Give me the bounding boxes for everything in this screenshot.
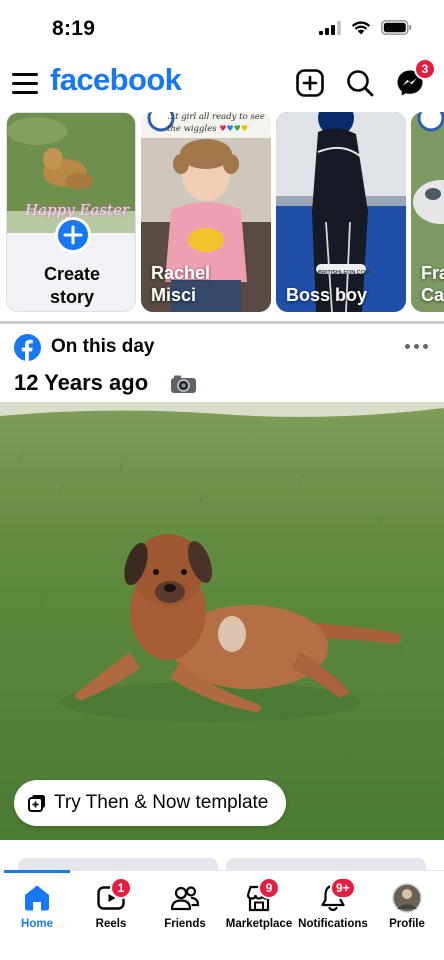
story-card[interactable]: Fra Ca <box>411 112 444 312</box>
story-name-line2: Misci <box>151 285 197 305</box>
marketplace-badge: 9 <box>258 877 280 899</box>
next-content-peek <box>0 850 444 878</box>
story-card[interactable]: ...t girl all ready to see the wiggles ♥… <box>141 112 271 312</box>
memory-photo[interactable] <box>0 402 444 840</box>
story-card[interactable]: BRITISHLEON.COM Boss boy <box>276 112 406 312</box>
story-caption-text: the wiggles <box>167 124 217 134</box>
friends-icon <box>170 886 200 911</box>
notifications-badge: 9+ <box>330 877 356 899</box>
create-story-card[interactable]: Happy Easter Create story <box>6 112 136 312</box>
menu-icon[interactable] <box>12 71 38 95</box>
tab-marketplace-label: Marketplace <box>225 918 293 930</box>
camera-icon <box>171 375 196 393</box>
years-ago-title: 12 Years ago <box>14 370 149 395</box>
hearts-emoji-yellow: ♥ <box>240 124 249 133</box>
tab-profile-label: Profile <box>389 918 425 930</box>
tab-friends[interactable]: Friends <box>148 871 222 941</box>
facebook-logo[interactable]: facebook <box>50 62 182 98</box>
story-name: Rachel Misci <box>151 262 210 306</box>
story-name: Fra Ca <box>421 262 444 306</box>
story-name-line2: Ca <box>421 285 444 305</box>
tab-friends-label: Friends <box>164 918 206 930</box>
tab-notifications-label: Notifications <box>298 918 368 930</box>
try-template-label: Try Then & Now template <box>54 792 269 813</box>
create-story-label-line1: Create <box>43 264 101 284</box>
template-icon <box>28 795 45 812</box>
add-story-button[interactable] <box>55 217 91 253</box>
battery-icon <box>381 20 412 35</box>
create-story-image-text: Happy Easter <box>25 201 130 219</box>
cellular-signal-icon <box>319 20 341 35</box>
hearts-emoji: ♥ <box>219 124 227 133</box>
messenger-badge: 3 <box>414 58 436 80</box>
profile-avatar <box>392 883 422 913</box>
story-name-line1: Boss boy <box>286 285 368 305</box>
tab-profile[interactable]: Profile <box>370 871 444 941</box>
facebook-f-icon <box>14 334 41 361</box>
memory-post-header: On this day 12 Years ago <box>0 326 444 402</box>
status-time: 8:19 <box>52 17 96 40</box>
story-photo <box>276 112 406 312</box>
reels-badge: 1 <box>110 877 132 899</box>
status-icons <box>319 20 412 35</box>
bottom-tab-bar: Home 1 Reels Friends 9 Marketplace 9+ No… <box>0 870 444 960</box>
hearts-emoji-green: ♥ <box>233 124 241 133</box>
search-icon <box>347 70 374 97</box>
wifi-icon <box>351 21 371 35</box>
story-name-line1: Rachel <box>151 263 211 283</box>
story-caption-line2: the wiggles ♥♥♥♥ <box>167 123 265 135</box>
create-story-image: Happy Easter <box>7 113 135 233</box>
story-caption-line1: ...t girl all ready to see <box>167 112 265 122</box>
story-watermark: BRITISHLEON.COM <box>318 270 370 276</box>
app-header: facebook 3 <box>0 56 444 112</box>
story-caption: ...t girl all ready to see the wiggles ♥… <box>167 112 265 135</box>
create-story-label-line2: story <box>49 287 94 307</box>
plus-icon <box>63 225 83 245</box>
story-name-line1: Fra <box>421 263 444 283</box>
stories-tray: Happy Easter Create story ...t girl all … <box>0 112 444 314</box>
tab-home-label: Home <box>21 918 53 930</box>
tab-marketplace[interactable]: 9 Marketplace <box>222 871 296 941</box>
tab-home[interactable]: Home <box>0 871 74 941</box>
tab-notifications[interactable]: 9+ Notifications <box>296 871 370 941</box>
section-divider <box>0 321 444 324</box>
create-story-label: Create story <box>7 263 135 309</box>
story-name: Boss boy <box>286 284 367 306</box>
try-template-button[interactable]: Try Then & Now template <box>14 780 287 826</box>
status-bar: 8:19 <box>0 0 444 56</box>
hearts-emoji-blue: ♥ <box>226 124 234 133</box>
search-button[interactable] <box>345 68 375 98</box>
home-icon <box>25 885 49 911</box>
plus-square-icon <box>296 69 324 97</box>
more-options-icon[interactable] <box>405 344 428 349</box>
section-title: On this day <box>51 336 155 357</box>
tab-reels-label: Reels <box>95 918 127 930</box>
tab-reels[interactable]: 1 Reels <box>74 871 148 941</box>
dog-on-grass-photo <box>0 402 444 840</box>
create-post-button[interactable] <box>295 68 325 98</box>
